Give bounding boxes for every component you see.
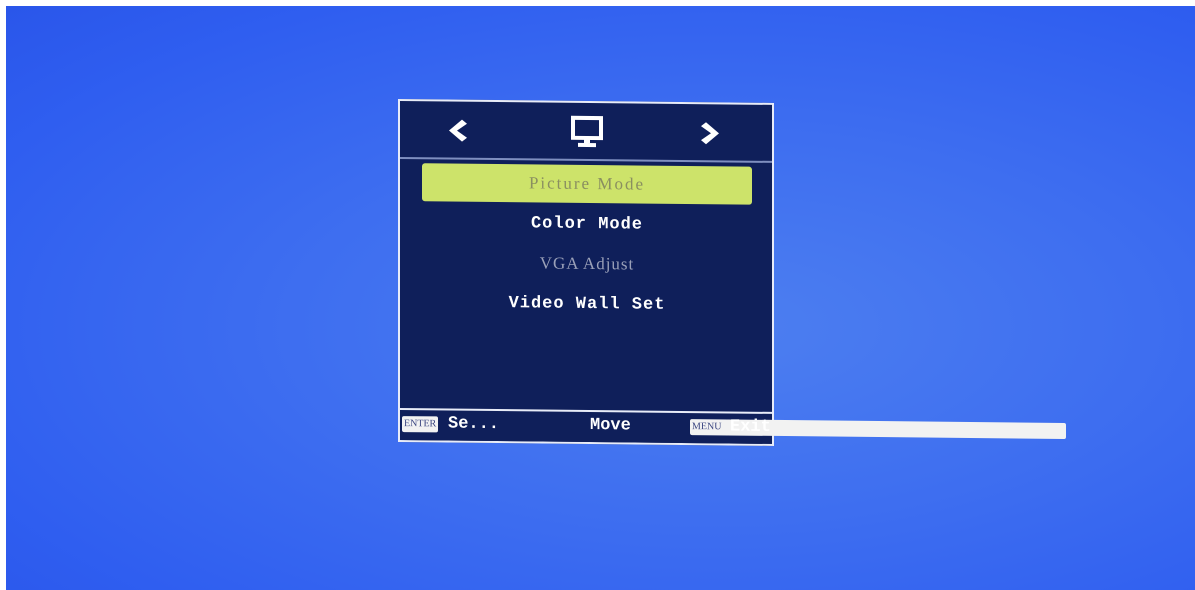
- screen-background: Picture Mode Color Mode VGA Adjust Video…: [6, 6, 1195, 590]
- osd-footer: ENTER Se... Move MENU Exit: [400, 408, 1066, 444]
- enter-key-badge: ENTER: [402, 416, 439, 433]
- menu-item-label: VGA Adjust: [539, 253, 635, 274]
- osd-menu-panel: Picture Mode Color Mode VGA Adjust Video…: [398, 99, 1066, 446]
- menu-item-picture-mode[interactable]: Picture Mode: [422, 163, 752, 205]
- menu-item-label: Color Mode: [530, 213, 644, 235]
- move-hint: Move: [590, 416, 631, 436]
- osd-header: [400, 101, 772, 163]
- select-hint: Se...: [448, 414, 500, 435]
- menu-item-color-mode[interactable]: Color Mode: [422, 203, 752, 244]
- menu-item-video-wall-set[interactable]: Video Wall Set: [422, 283, 752, 324]
- chevron-left-icon[interactable]: [446, 118, 468, 144]
- menu-item-vga-adjust: VGA Adjust: [422, 243, 752, 284]
- menu-item-label: Picture Mode: [528, 173, 646, 194]
- menu-item-label: Video Wall Set: [508, 293, 666, 315]
- exit-hint: Exit: [730, 417, 771, 437]
- monitor-icon: [571, 115, 603, 148]
- chevron-right-icon[interactable]: [700, 120, 722, 146]
- osd-menu-list: Picture Mode Color Mode VGA Adjust Video…: [400, 163, 772, 327]
